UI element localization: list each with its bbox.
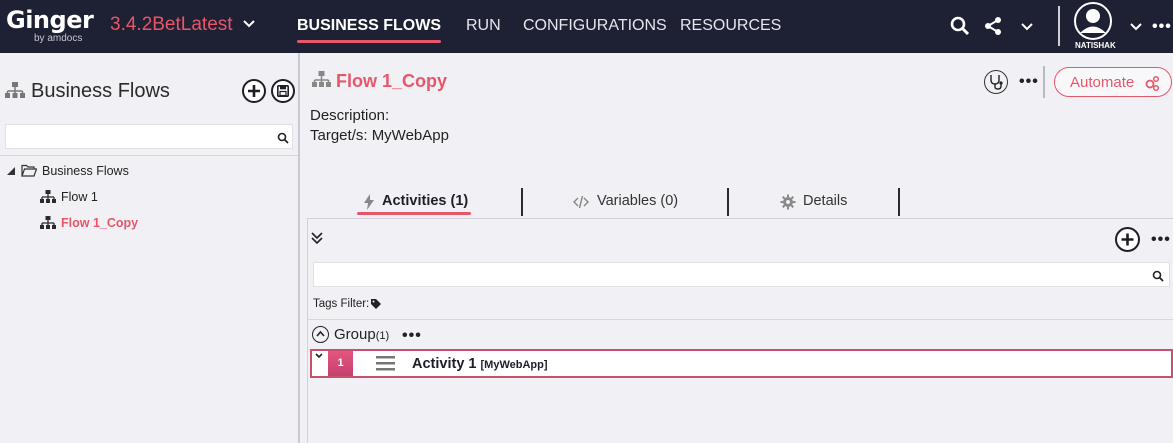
plus-icon <box>248 85 260 97</box>
automate-button[interactable]: Automate <box>1054 67 1172 97</box>
content-separator <box>308 319 1173 320</box>
panel-title: Business Flows <box>31 80 170 102</box>
double-chevron-down-icon[interactable] <box>311 232 323 244</box>
panel-separator <box>0 155 298 156</box>
share-icon[interactable] <box>983 16 1003 36</box>
chevron-down-icon[interactable] <box>1017 16 1037 36</box>
nav-business-flows[interactable]: BUSINESS FLOWS <box>297 17 441 35</box>
logo-text: Ginger <box>6 6 94 34</box>
top-bar: Ginger by amdocs 3.4.2BetLatest BUSINESS… <box>0 0 1173 53</box>
tree-item-label: Flow 1 <box>61 190 98 204</box>
group-count: (1) <box>375 330 390 342</box>
chevron-up-icon <box>315 330 325 337</box>
tab-divider <box>521 188 523 216</box>
business-flow-icon <box>40 190 56 203</box>
save-button[interactable] <box>271 79 295 103</box>
tab-activities[interactable]: Activities (1) <box>382 193 468 209</box>
search-icon[interactable] <box>1152 270 1164 282</box>
activity-target: [MyWebApp] <box>480 359 548 371</box>
add-activity-button[interactable] <box>1115 227 1140 252</box>
chevron-down-icon[interactable] <box>242 17 256 31</box>
group-name: Group <box>334 326 376 343</box>
header-divider <box>1043 66 1045 98</box>
nav-active-underline <box>297 40 441 43</box>
more-options-icon[interactable]: ••• <box>1151 232 1171 248</box>
drag-handle-icon[interactable] <box>376 355 395 372</box>
tags-filter-label: Tags Filter: <box>313 298 370 310</box>
ginger-logo[interactable]: Ginger by amdocs <box>6 6 94 44</box>
tree-item-label: Flow 1_Copy <box>61 216 139 230</box>
business-flow-icon <box>40 216 56 229</box>
group-collapse-button[interactable] <box>312 326 329 343</box>
logo-subtext: by amdocs <box>34 33 83 44</box>
tab-details[interactable]: Details <box>803 193 847 209</box>
chevron-down-icon[interactable] <box>1126 16 1146 36</box>
gear-icon <box>780 194 796 210</box>
flows-search-input[interactable] <box>5 124 293 149</box>
search-icon[interactable] <box>277 132 289 144</box>
business-flows-panel: Business Flows Business Flows Flow 1 Flo… <box>0 53 300 443</box>
stethoscope-icon <box>990 75 1003 90</box>
activities-search-input[interactable] <box>313 262 1170 287</box>
more-options-icon[interactable]: ••• <box>1152 19 1172 35</box>
group-header[interactable]: Group(1) <box>334 326 389 343</box>
activity-row[interactable]: 1 Activity 1 [MyWebApp] <box>310 349 1173 378</box>
collapse-triangle-icon[interactable] <box>7 167 15 175</box>
more-options-icon[interactable]: ••• <box>402 328 422 344</box>
search-icon[interactable] <box>950 16 970 36</box>
analyze-button[interactable] <box>984 70 1008 94</box>
automate-label: Automate <box>1070 74 1135 91</box>
business-flow-title: Flow 1_Copy <box>336 71 448 91</box>
activity-index: 1 <box>328 351 353 376</box>
folder-open-icon <box>21 164 37 177</box>
user-name: NATISHAK <box>1075 41 1116 50</box>
nav-resources[interactable]: RESOURCES <box>680 17 781 35</box>
tab-divider <box>898 188 900 216</box>
tree-root-label: Business Flows <box>42 164 129 178</box>
plus-icon <box>1121 233 1134 246</box>
user-avatar-icon[interactable] <box>1073 2 1113 40</box>
nav-configurations[interactable]: CONFIGURATIONS <box>523 17 667 35</box>
save-icon <box>277 85 289 97</box>
add-flow-button[interactable] <box>242 79 266 103</box>
activities-panel <box>307 218 1173 443</box>
code-icon <box>573 195 589 209</box>
description-label: Description: <box>310 107 390 124</box>
activity-name-text: Activity 1 <box>412 356 477 372</box>
nav-run[interactable]: RUN <box>466 17 501 35</box>
business-flow-icon <box>312 71 331 87</box>
business-flow-icon <box>5 82 25 98</box>
tab-variables[interactable]: Variables (0) <box>597 193 678 209</box>
targets-label: Target/s: MyWebApp <box>310 127 449 144</box>
header-divider <box>1058 6 1060 46</box>
tag-icon[interactable] <box>370 298 382 310</box>
version-label[interactable]: 3.4.2BetLatest <box>110 14 233 36</box>
more-options-icon[interactable]: ••• <box>1019 74 1039 90</box>
bolt-icon <box>364 194 374 210</box>
gears-icon <box>1145 75 1160 91</box>
tab-active-underline <box>357 212 471 215</box>
tab-divider <box>727 188 729 216</box>
chevron-down-icon[interactable] <box>314 351 324 361</box>
activity-name: Activity 1 [MyWebApp] <box>412 356 548 372</box>
